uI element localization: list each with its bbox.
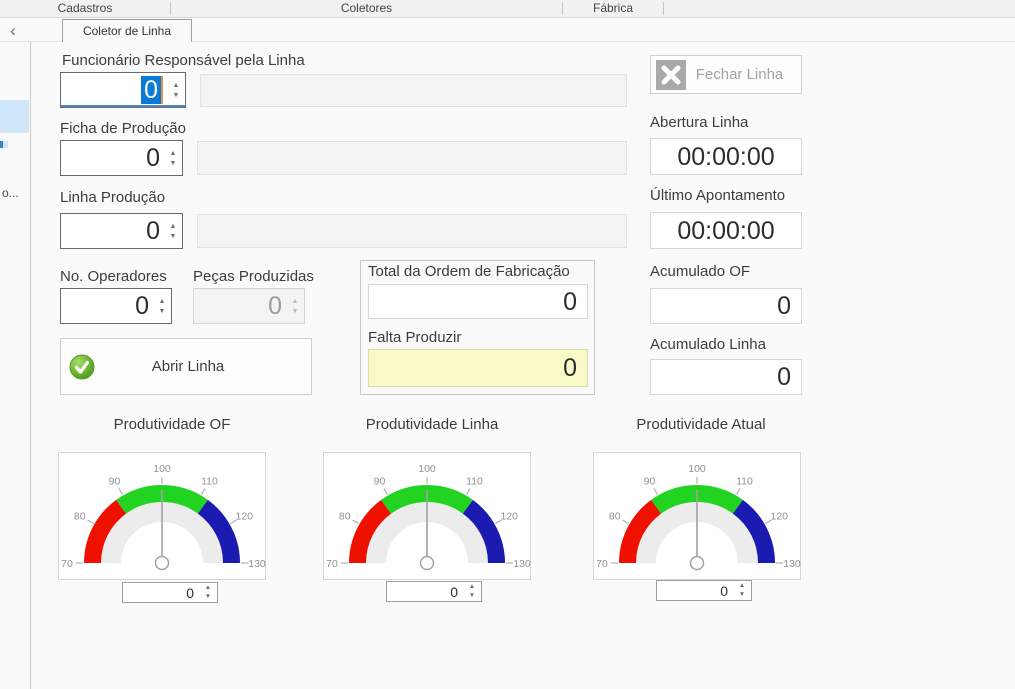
- close-x-icon: [656, 60, 686, 90]
- svg-text:110: 110: [466, 476, 483, 488]
- linha-spin-edit[interactable]: 0 ▲ ▼: [60, 213, 183, 249]
- linha-value: 0: [61, 217, 164, 246]
- spin-down-button[interactable]: ▼: [170, 233, 177, 240]
- fechar-linha-label: Fechar Linha: [686, 66, 793, 83]
- pecas-value: 0: [194, 292, 286, 321]
- operadores-spin-edit[interactable]: 0 ▲ ▼: [60, 288, 172, 324]
- acumulado-linha-field: 0: [650, 359, 802, 395]
- spin-down-button[interactable]: ▼: [739, 592, 745, 599]
- svg-text:90: 90: [644, 476, 656, 488]
- svg-text:100: 100: [688, 463, 706, 475]
- pecas-label: Peças Produzidas: [193, 268, 314, 285]
- gauge-atual-value: 0: [657, 583, 733, 599]
- ficha-label: Ficha de Produção: [60, 120, 186, 137]
- gauge-title-produtividade-of: Produtividade OF: [68, 416, 276, 433]
- menu-item-coletores[interactable]: Coletores: [171, 0, 562, 16]
- gauge-of-spin-edit[interactable]: 0 ▲ ▼: [122, 582, 218, 603]
- productivity-gauge-linha: 70 80 90 100 110 120 130: [323, 452, 531, 580]
- falta-produzir-field: 0: [368, 349, 588, 387]
- pecas-spin-edit: 0 ▲ ▼: [193, 288, 305, 324]
- falta-produzir-label: Falta Produzir: [368, 329, 461, 346]
- menu-item-cadastros[interactable]: Cadastros: [0, 0, 170, 16]
- sidebar-divider: [30, 42, 31, 689]
- check-icon: [69, 354, 95, 380]
- linha-name-field: [197, 214, 627, 248]
- svg-text:80: 80: [74, 511, 86, 523]
- menu-bar: Cadastros Coletores Fábrica: [0, 0, 1015, 18]
- gauge-linha-value: 0: [387, 584, 463, 600]
- total-of-field: 0: [368, 284, 588, 319]
- spin-down-button[interactable]: ▼: [205, 594, 211, 601]
- spin-up-button: ▲: [292, 298, 299, 305]
- svg-text:80: 80: [609, 511, 621, 523]
- svg-text:130: 130: [248, 558, 266, 570]
- ultimo-apontamento-field: 00:00:00: [650, 212, 802, 249]
- svg-text:120: 120: [771, 511, 789, 523]
- spin-up-button[interactable]: ▲: [739, 583, 745, 590]
- abrir-linha-button[interactable]: Abrir Linha: [60, 338, 312, 395]
- abertura-linha-field: 00:00:00: [650, 138, 802, 175]
- operadores-label: No. Operadores: [60, 268, 167, 285]
- svg-text:80: 80: [339, 511, 351, 523]
- svg-text:90: 90: [374, 476, 386, 488]
- acumulado-of-label: Acumulado OF: [650, 263, 750, 280]
- spin-up-button[interactable]: ▲: [170, 223, 177, 230]
- fechar-linha-button: Fechar Linha: [650, 55, 802, 94]
- svg-text:70: 70: [326, 558, 338, 570]
- svg-text:70: 70: [596, 558, 608, 570]
- app-window: Cadastros Coletores Fábrica ‹ Coletor de…: [0, 0, 1015, 689]
- sidebar-item-truncated[interactable]: o...: [2, 186, 19, 200]
- abertura-linha-label: Abertura Linha: [650, 114, 748, 131]
- abrir-linha-label: Abrir Linha: [95, 358, 281, 375]
- productivity-gauge-atual: 70 80 90 100 110 120 130: [593, 452, 801, 580]
- gauge-title-produtividade-linha: Produtividade Linha: [328, 416, 536, 433]
- collapse-chevron-icon[interactable]: ‹: [4, 22, 22, 40]
- acumulado-of-field: 0: [650, 288, 802, 324]
- spin-down-button[interactable]: ▼: [170, 160, 177, 167]
- spin-up-button[interactable]: ▲: [205, 585, 211, 592]
- funcionario-spin-edit[interactable]: 0 ▲ ▼: [60, 72, 186, 108]
- gauge-linha-spin-edit[interactable]: 0 ▲ ▼: [386, 581, 482, 602]
- spin-down-button[interactable]: ▼: [159, 308, 166, 315]
- menu-item-fabrica[interactable]: Fábrica: [563, 0, 663, 16]
- spin-down-button[interactable]: ▼: [173, 92, 180, 99]
- sidebar-selected-item[interactable]: [0, 100, 29, 133]
- productivity-gauge-of: 70 80 90 100 110 120 130: [58, 452, 266, 580]
- svg-text:70: 70: [61, 558, 73, 570]
- acumulado-linha-label: Acumulado Linha: [650, 336, 766, 353]
- gauge-atual-spin-edit[interactable]: 0 ▲ ▼: [656, 580, 752, 601]
- svg-text:110: 110: [736, 476, 753, 488]
- svg-text:120: 120: [501, 511, 519, 523]
- sidebar-item-fragment: [0, 141, 8, 148]
- gauge-title-produtividade-atual: Produtividade Atual: [597, 416, 805, 433]
- funcionario-name-field: [200, 74, 627, 107]
- spin-up-button[interactable]: ▲: [159, 298, 166, 305]
- linha-label: Linha Produção: [60, 189, 165, 206]
- spin-up-button[interactable]: ▲: [173, 82, 180, 89]
- svg-text:130: 130: [783, 558, 801, 570]
- menu-divider: [663, 2, 664, 15]
- ultimo-apontamento-label: Último Apontamento: [650, 187, 785, 204]
- ficha-value: 0: [61, 144, 164, 173]
- ficha-spin-edit[interactable]: 0 ▲ ▼: [60, 140, 183, 176]
- svg-text:110: 110: [201, 476, 218, 488]
- spin-down-button[interactable]: ▼: [469, 593, 475, 600]
- ficha-name-field: [197, 141, 627, 175]
- spin-up-button[interactable]: ▲: [170, 150, 177, 157]
- svg-text:90: 90: [109, 476, 121, 488]
- operadores-value: 0: [61, 292, 153, 321]
- gauge-of-value: 0: [123, 585, 199, 601]
- svg-text:100: 100: [418, 463, 436, 475]
- funcionario-label: Funcionário Responsável pela Linha: [62, 52, 305, 69]
- total-of-label: Total da Ordem de Fabricação: [368, 263, 570, 280]
- svg-text:130: 130: [513, 558, 531, 570]
- svg-text:100: 100: [153, 463, 171, 475]
- tab-coletor-de-linha[interactable]: Coletor de Linha: [62, 19, 192, 42]
- funcionario-value: 0: [61, 76, 167, 105]
- svg-text:120: 120: [236, 511, 254, 523]
- spin-up-button[interactable]: ▲: [469, 584, 475, 591]
- spin-down-button: ▼: [292, 308, 299, 315]
